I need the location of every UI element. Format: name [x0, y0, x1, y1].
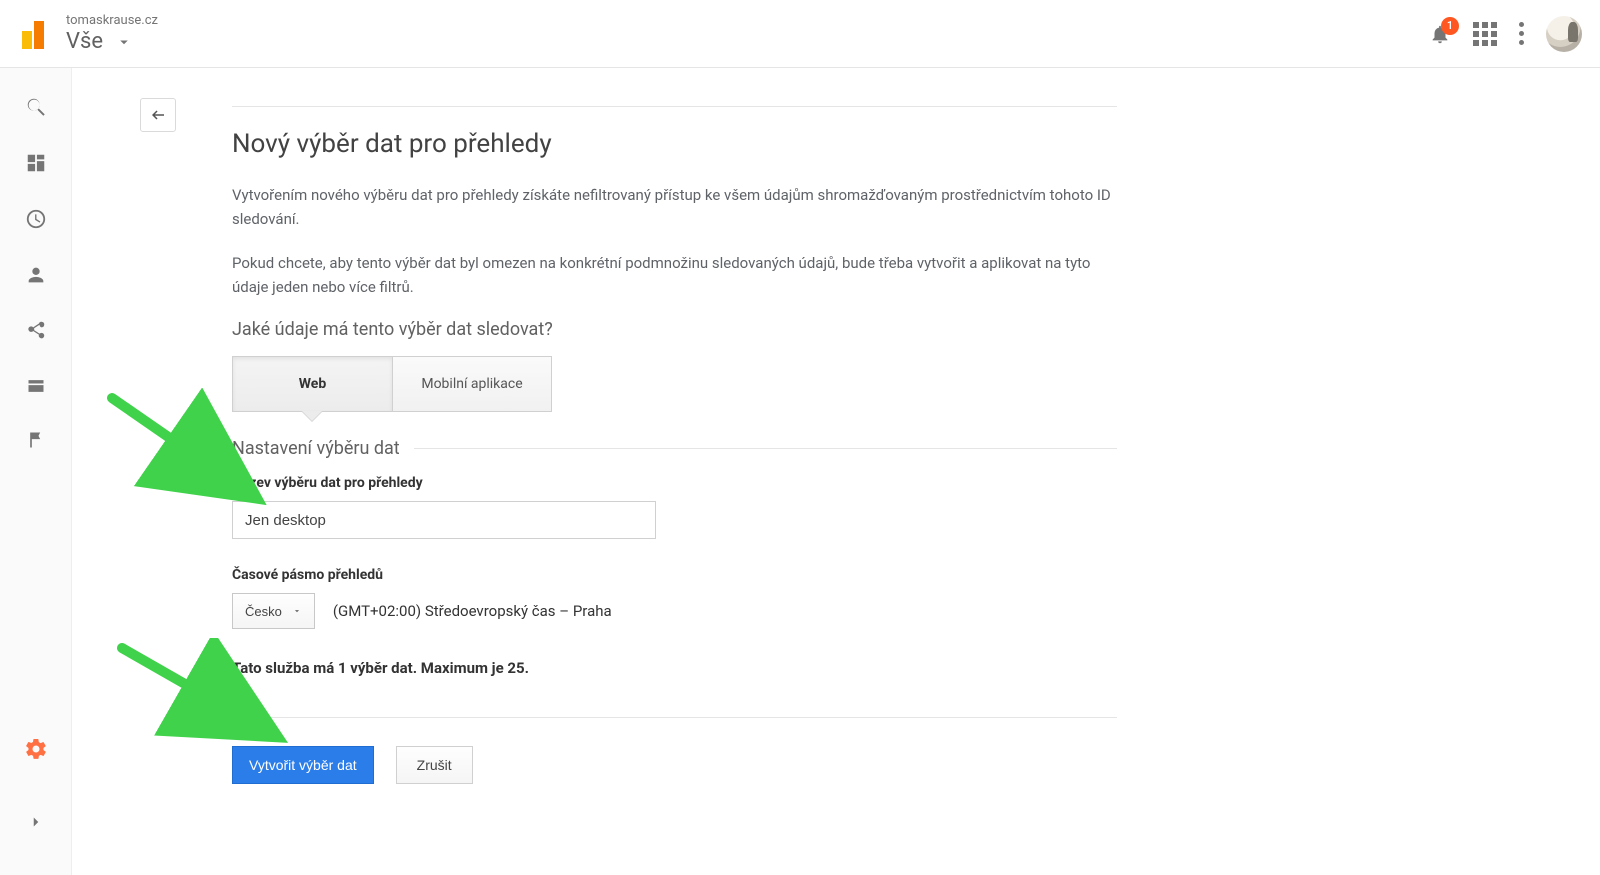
chevron-right-icon	[27, 813, 45, 831]
back-arrow-icon	[148, 106, 168, 124]
toggle-mobile-label: Mobilní aplikace	[421, 376, 522, 392]
view-name-label: Název výběru dat pro přehledy	[232, 475, 1117, 491]
product-logo	[14, 19, 60, 49]
window-icon	[26, 376, 46, 396]
flag-icon	[26, 430, 46, 450]
chevron-down-icon	[292, 606, 302, 616]
toggle-web[interactable]: Web	[232, 356, 392, 412]
more-menu-button[interactable]	[1519, 22, 1524, 45]
toggle-mobile[interactable]: Mobilní aplikace	[392, 356, 552, 412]
nav-search[interactable]	[25, 96, 47, 118]
divider	[232, 717, 1117, 718]
settings-heading: Nastavení výběru dat	[232, 438, 1117, 459]
back-button[interactable]	[140, 98, 176, 132]
toggle-active-pointer	[302, 411, 322, 421]
apps-icon[interactable]	[1473, 22, 1497, 46]
chevron-down-icon	[115, 33, 133, 51]
nav-acquisition[interactable]	[25, 320, 47, 342]
nav-audience[interactable]	[25, 264, 47, 286]
description-2: Pokud chcete, aby tento výběr dat byl om…	[232, 251, 1117, 299]
account-avatar[interactable]	[1546, 16, 1582, 52]
content-area: Nový výběr dat pro přehledy Vytvořením n…	[72, 68, 1600, 875]
property-selector[interactable]: tomaskrause.cz Vše	[66, 13, 158, 54]
cancel-button[interactable]: Zrušit	[396, 746, 473, 784]
notifications-button[interactable]: 1	[1429, 23, 1451, 45]
page-title: Nový výběr dat pro přehledy	[232, 129, 1117, 159]
view-name-input[interactable]	[232, 501, 656, 539]
analytics-icon	[22, 19, 52, 49]
track-question: Jaké údaje má tento výběr dat sledovat?	[232, 319, 1117, 340]
timezone-label: Časové pásmo přehledů	[232, 567, 1117, 583]
nav-collapse[interactable]	[27, 813, 45, 831]
gear-icon	[24, 737, 48, 761]
description-1: Vytvořením nového výběru dat pro přehled…	[232, 183, 1117, 231]
nav-behavior[interactable]	[26, 376, 46, 396]
quota-text: Tato služba má 1 výběr dat. Maximum je 2…	[232, 659, 1117, 677]
divider	[232, 106, 1117, 107]
notification-badge: 1	[1441, 17, 1459, 35]
header: tomaskrause.cz Vše 1	[0, 0, 1600, 68]
nav-dashboard[interactable]	[25, 152, 47, 174]
property-domain: tomaskrause.cz	[66, 13, 158, 29]
nav-admin[interactable]	[24, 737, 48, 761]
platform-toggle: Web Mobilní aplikace	[232, 356, 1117, 412]
timezone-country-dropdown[interactable]: Česko	[232, 593, 315, 629]
timezone-country-value: Česko	[245, 604, 282, 619]
timezone-detail: (GMT+02:00) Středoevropský čas – Praha	[333, 602, 612, 620]
share-icon	[25, 320, 47, 342]
toggle-web-label: Web	[299, 376, 326, 392]
property-view: Vše	[66, 29, 103, 54]
nav-realtime[interactable]	[25, 208, 47, 230]
create-view-button[interactable]: Vytvořit výběr dat	[232, 746, 374, 784]
person-icon	[25, 264, 47, 286]
dashboard-icon	[25, 152, 47, 174]
nav-conversions[interactable]	[26, 430, 46, 450]
search-icon	[25, 96, 47, 118]
clock-icon	[25, 208, 47, 230]
left-nav-rail	[0, 68, 72, 875]
